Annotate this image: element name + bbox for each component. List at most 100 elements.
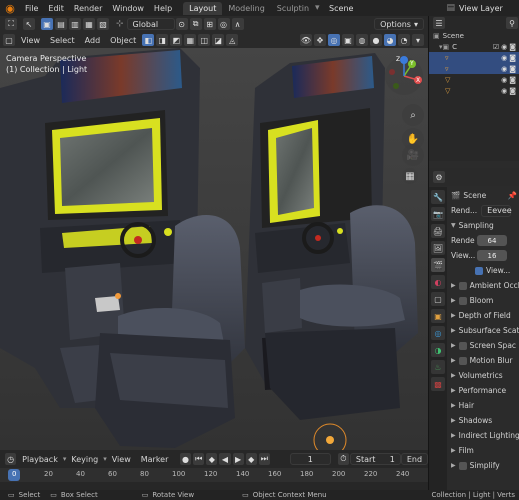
play-icon[interactable]: ▶ xyxy=(232,453,244,465)
filter-icon[interactable]: ◧ xyxy=(142,34,155,46)
current-frame-field[interactable]: 1 xyxy=(289,453,332,465)
sampling-render-field[interactable]: 64 xyxy=(477,235,507,246)
outliner-row-object[interactable]: ▽ ◉ ◙ xyxy=(429,74,519,85)
render-panel-header[interactable]: ▶ Hair xyxy=(447,398,519,413)
render-panel-header[interactable]: ▶ Performance xyxy=(447,383,519,398)
texture-tab-icon[interactable]: ▩ xyxy=(431,377,445,391)
camera-view-icon[interactable]: 🎥 xyxy=(402,144,424,166)
next-key-icon[interactable]: ◆ xyxy=(245,453,257,465)
eye-icon[interactable]: ◉ xyxy=(501,54,507,62)
timeline-menu-marker[interactable]: Marker xyxy=(136,455,174,464)
scene-tab-icon[interactable]: 🎬 xyxy=(431,258,445,272)
panel-enable-checkbox[interactable] xyxy=(458,341,467,350)
render-panel-header[interactable]: ▶ Simplify xyxy=(447,458,519,473)
render-panel-header[interactable]: ▶ Film xyxy=(447,443,519,458)
render-panel-header[interactable]: ▶ Shadows xyxy=(447,413,519,428)
menu-select[interactable]: Select xyxy=(45,36,80,45)
prev-key-icon[interactable]: ◆ xyxy=(206,453,218,465)
outliner[interactable]: ☰ ⚲ ▣ Scene ▾▣ C ☑ ◉ ◙ ▿ ◉ ◙ ▿ ◉ ◙ ▽ ◉ ◙… xyxy=(429,16,519,161)
camera-icon[interactable]: ◙ xyxy=(509,43,516,51)
menu-help[interactable]: Help xyxy=(149,4,177,13)
snap-icon[interactable]: ⧉ xyxy=(189,18,202,30)
mode-icon[interactable]: ▢ xyxy=(3,34,15,46)
overlay-icon[interactable]: ◨ xyxy=(156,34,169,46)
render-panel-header[interactable]: ▶ Screen Spac xyxy=(447,338,519,353)
timeline-menu-view[interactable]: View xyxy=(107,455,136,464)
eye-icon[interactable]: ◉ xyxy=(501,43,507,51)
timeline-editor-icon[interactable]: ◷ xyxy=(5,453,17,465)
shading-solid-icon[interactable]: ● xyxy=(370,34,382,46)
outliner-row-object-selected[interactable]: ▿ ◉ ◙ xyxy=(429,52,519,63)
navigation-gizmo[interactable] xyxy=(384,56,424,96)
menu-object[interactable]: Object xyxy=(105,36,141,45)
proportional-edit-icon[interactable]: ◎ xyxy=(217,18,230,30)
shading-wireframe-icon[interactable]: ◍ xyxy=(356,34,368,46)
output-tab-icon[interactable]: 🖨 xyxy=(431,224,445,238)
tab-layout[interactable]: Layout xyxy=(183,1,223,15)
zoom-icon[interactable]: ⌕ xyxy=(402,104,424,126)
object-data-tab-icon[interactable]: ◑ xyxy=(431,343,445,357)
timeline-menu-playback[interactable]: Playback xyxy=(17,455,63,464)
object-tab-icon[interactable]: ▣ xyxy=(431,309,445,323)
visibility-icon[interactable]: 👁 xyxy=(300,34,312,46)
select-mode-new-icon[interactable]: ▣ xyxy=(41,18,53,30)
show-gizmo-icon[interactable]: ✥ xyxy=(314,34,326,46)
render-panel-header[interactable]: ▶ Bloom xyxy=(447,293,519,308)
collection-tab-icon[interactable]: ▢ xyxy=(431,292,445,306)
play-reverse-icon[interactable]: ◀ xyxy=(219,453,231,465)
view-layer-selector[interactable]: View Layer xyxy=(459,4,519,13)
outliner-row-object[interactable]: ▽ ◉ ◙ xyxy=(429,85,519,96)
scene-selector[interactable]: Scene xyxy=(321,4,353,13)
xray-icon[interactable]: ▣ xyxy=(342,34,354,46)
render-panel-header[interactable]: ▶ Indirect Lighting xyxy=(447,428,519,443)
local-view-icon[interactable]: ◫ xyxy=(198,34,211,46)
panel-enable-checkbox[interactable] xyxy=(458,296,467,305)
select-mode-invert-icon[interactable]: ▦ xyxy=(83,18,95,30)
frame-ruler[interactable]: 0 20 40 60 80 100 120 140 160 180 200 220 240 xyxy=(0,468,428,482)
checkbox-icon[interactable]: ☑ xyxy=(493,43,499,51)
world-tab-icon[interactable]: ◐ xyxy=(431,275,445,289)
material-tab-icon[interactable]: ♨ xyxy=(431,360,445,374)
eye-icon[interactable]: ◉ xyxy=(501,76,507,84)
outliner-filter-icon[interactable]: ⚲ xyxy=(506,17,518,29)
render-engine-dropdown[interactable]: Eevee xyxy=(481,204,512,217)
3d-viewport[interactable]: Camera Perspective (1) Collection | Ligh… xyxy=(0,48,428,450)
select-mode-extend-icon[interactable]: ▤ xyxy=(55,18,67,30)
viewport-denoise-checkbox[interactable] xyxy=(475,266,483,275)
camera-icon[interactable]: ◙ xyxy=(509,87,516,95)
gizmo-icon[interactable]: ◩ xyxy=(170,34,183,46)
panel-enable-checkbox[interactable] xyxy=(458,356,467,365)
render-panel-header[interactable]: ▶ Motion Blur xyxy=(447,353,519,368)
outliner-row-collection[interactable]: ▾▣ C ☑ ◉ ◙ xyxy=(429,41,519,52)
menu-view[interactable]: View xyxy=(16,36,45,45)
eye-icon[interactable]: ◉ xyxy=(501,87,507,95)
blender-logo-icon[interactable]: ◉ xyxy=(3,1,17,15)
render-tab-icon[interactable]: 📷 xyxy=(431,207,445,221)
view-mode-icon[interactable]: ◪ xyxy=(212,34,225,46)
shading-rendered-icon[interactable]: ◔ xyxy=(398,34,410,46)
eye-icon[interactable]: ◉ xyxy=(501,65,507,73)
tab-sculpting[interactable]: Sculptin xyxy=(271,2,315,15)
outliner-editor-icon[interactable]: ☰ xyxy=(433,17,445,29)
outliner-row-object-selected[interactable]: ▿ ◉ ◙ xyxy=(429,63,519,74)
editor-type-icon[interactable]: ⛶ xyxy=(5,18,17,30)
options-dropdown[interactable]: Options ▾ xyxy=(374,18,424,30)
jump-start-icon[interactable]: ⏮ xyxy=(193,453,205,465)
snap-target-icon[interactable]: ⊞ xyxy=(203,18,216,30)
menu-file[interactable]: File xyxy=(20,4,43,13)
display-icon[interactable]: ◬ xyxy=(226,34,239,46)
falloff-icon[interactable]: ∧ xyxy=(231,18,244,30)
start-frame-field[interactable]: Start 1 xyxy=(349,453,401,465)
render-panel-header[interactable]: ▶ Ambient Occl xyxy=(447,278,519,293)
select-tool-icon[interactable]: ↖ xyxy=(23,18,35,30)
pivot-icon[interactable]: ⊙ xyxy=(175,18,188,30)
perspective-grid-icon[interactable]: ▦ xyxy=(402,168,418,184)
physics-tab-icon[interactable]: ◎ xyxy=(431,326,445,340)
tool-tab-icon[interactable]: 🔧 xyxy=(431,190,445,204)
render-panel-header[interactable]: ▶ Depth of Field xyxy=(447,308,519,323)
menu-edit[interactable]: Edit xyxy=(43,4,69,13)
properties-editor-icon[interactable]: ⚙ xyxy=(433,171,445,183)
camera-icon[interactable]: ◙ xyxy=(509,65,516,73)
select-mode-subtract-icon[interactable]: ▥ xyxy=(69,18,81,30)
grid-icon[interactable]: ▦ xyxy=(184,34,197,46)
